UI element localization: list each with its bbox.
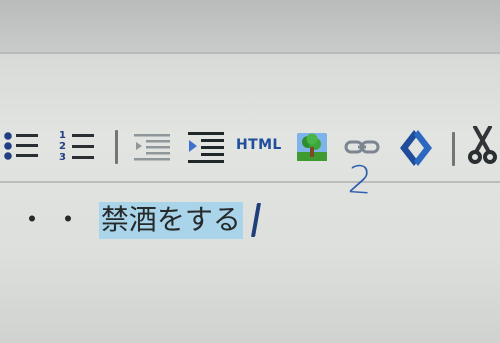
svg-text:3: 3 xyxy=(59,152,66,163)
svg-text:1: 1 xyxy=(59,130,66,141)
toolbar-bottom-line xyxy=(0,181,500,183)
window-top-band xyxy=(0,0,500,52)
bullet-points-text: ・・ xyxy=(18,203,91,236)
toolbar-separator xyxy=(115,130,118,164)
text-cursor xyxy=(251,203,261,237)
outdent-icon[interactable] xyxy=(132,131,174,165)
html-button[interactable]: HTML xyxy=(236,137,282,153)
toolbar-separator xyxy=(452,132,455,166)
source-code-icon[interactable] xyxy=(394,128,438,168)
handwritten-number-annotation: 2 xyxy=(346,157,374,203)
svg-text:2: 2 xyxy=(59,141,66,152)
link-icon[interactable] xyxy=(344,138,380,156)
selected-text[interactable]: 禁酒をする xyxy=(98,202,243,239)
top-divider xyxy=(0,52,500,54)
cut-icon[interactable] xyxy=(468,126,498,166)
monitor-photo: 1 2 3 HTML 2 ・・ 禁酒をする xyxy=(0,0,500,343)
numbered-list-icon[interactable]: 1 2 3 xyxy=(56,128,98,164)
bulleted-list-icon[interactable] xyxy=(2,130,42,162)
editor-line[interactable]: ・・ 禁酒をする xyxy=(18,202,243,239)
image-icon[interactable] xyxy=(296,132,328,164)
indent-icon[interactable] xyxy=(186,129,230,167)
